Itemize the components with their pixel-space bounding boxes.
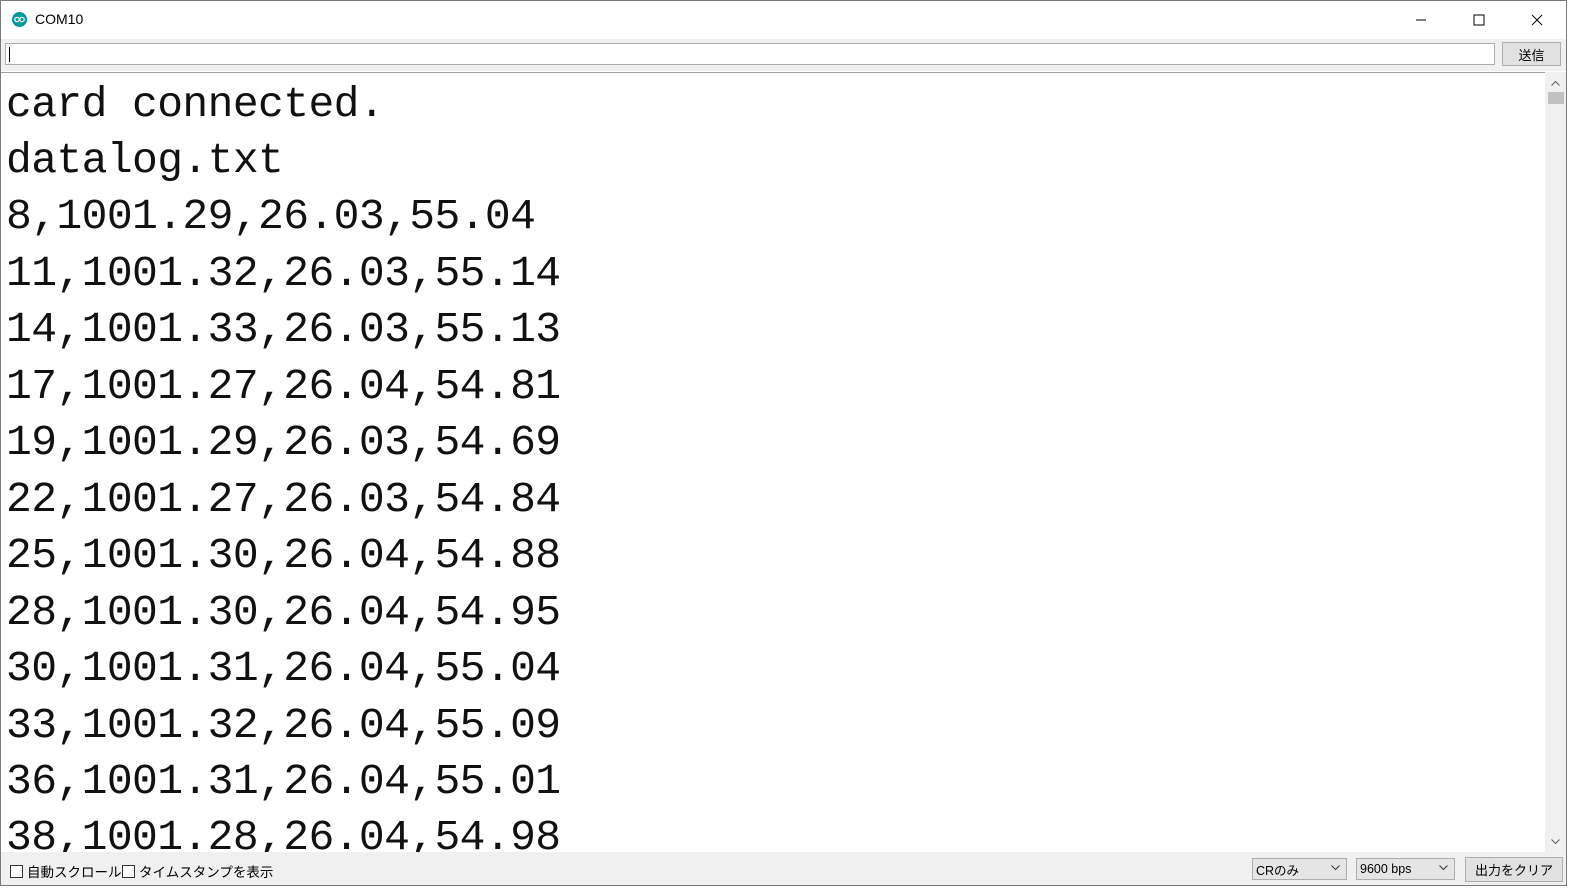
title-bar: COM10 (1, 1, 1566, 39)
output-line: 11,1001.32,26.03,55.14 (6, 249, 561, 298)
clear-output-button[interactable]: 出力をクリア (1465, 857, 1563, 882)
send-bar: 送信 (1, 39, 1566, 71)
chevron-up-icon (1551, 80, 1560, 86)
autoscroll-label: 自動スクロール (27, 865, 122, 880)
autoscroll-checkbox[interactable]: 自動スクロール (10, 861, 122, 881)
minimize-icon (1416, 19, 1426, 21)
scroll-down-button[interactable] (1545, 833, 1566, 850)
chevron-down-icon (1331, 865, 1340, 871)
line-ending-select[interactable]: CRのみ (1252, 858, 1347, 880)
output-line: 14,1001.33,26.03,55.13 (6, 305, 561, 354)
output-line: 33,1001.32,26.04,55.09 (6, 701, 561, 750)
output-line: 8,1001.29,26.03,55.04 (6, 192, 536, 241)
line-ending-value: CRのみ (1256, 863, 1300, 878)
output-line: 17,1001.27,26.04,54.81 (6, 362, 561, 411)
output-line: 19,1001.29,26.03,54.69 (6, 418, 561, 467)
output-line: 38,1001.28,26.04,54.98 (6, 813, 561, 853)
output-line: datalog.txt (6, 136, 284, 185)
output-line: card connected. (6, 80, 385, 129)
close-button[interactable] (1508, 1, 1566, 39)
close-icon (1531, 14, 1543, 26)
output-line: 28,1001.30,26.04,54.95 (6, 588, 561, 637)
bottom-toolbar: 自動スクロール タイムスタンプを表示 CRのみ 9600 bps 出力をクリア (1, 852, 1566, 885)
maximize-icon (1473, 14, 1485, 26)
serial-monitor-window: COM10 送信 card connected. datalog.txt 8,1… (0, 0, 1567, 886)
window-title: COM10 (35, 11, 84, 27)
checkbox-box[interactable] (122, 864, 135, 878)
maximize-button[interactable] (1450, 1, 1508, 39)
text-caret (9, 47, 10, 62)
checkbox-box[interactable] (10, 864, 23, 878)
output-line: 36,1001.31,26.04,55.01 (6, 757, 561, 806)
chevron-down-icon (1439, 865, 1448, 871)
scroll-thumb[interactable] (1548, 92, 1564, 104)
minimize-button[interactable] (1392, 1, 1450, 39)
arduino-icon (12, 12, 27, 27)
vertical-scrollbar[interactable] (1545, 72, 1566, 852)
output-line: 22,1001.27,26.03,54.84 (6, 475, 561, 524)
serial-output[interactable]: card connected. datalog.txt 8,1001.29,26… (1, 72, 1545, 853)
baud-rate-select[interactable]: 9600 bps (1356, 858, 1455, 880)
scroll-up-button[interactable] (1545, 74, 1566, 91)
timestamp-checkbox[interactable]: タイムスタンプを表示 (122, 861, 273, 881)
send-button[interactable]: 送信 (1502, 42, 1561, 66)
output-line: 25,1001.30,26.04,54.88 (6, 531, 561, 580)
send-input[interactable] (5, 43, 1495, 65)
chevron-down-icon (1551, 838, 1560, 844)
timestamp-label: タイムスタンプを表示 (139, 865, 274, 880)
output-line: 30,1001.31,26.04,55.04 (6, 644, 561, 693)
baud-rate-value: 9600 bps (1360, 862, 1412, 876)
